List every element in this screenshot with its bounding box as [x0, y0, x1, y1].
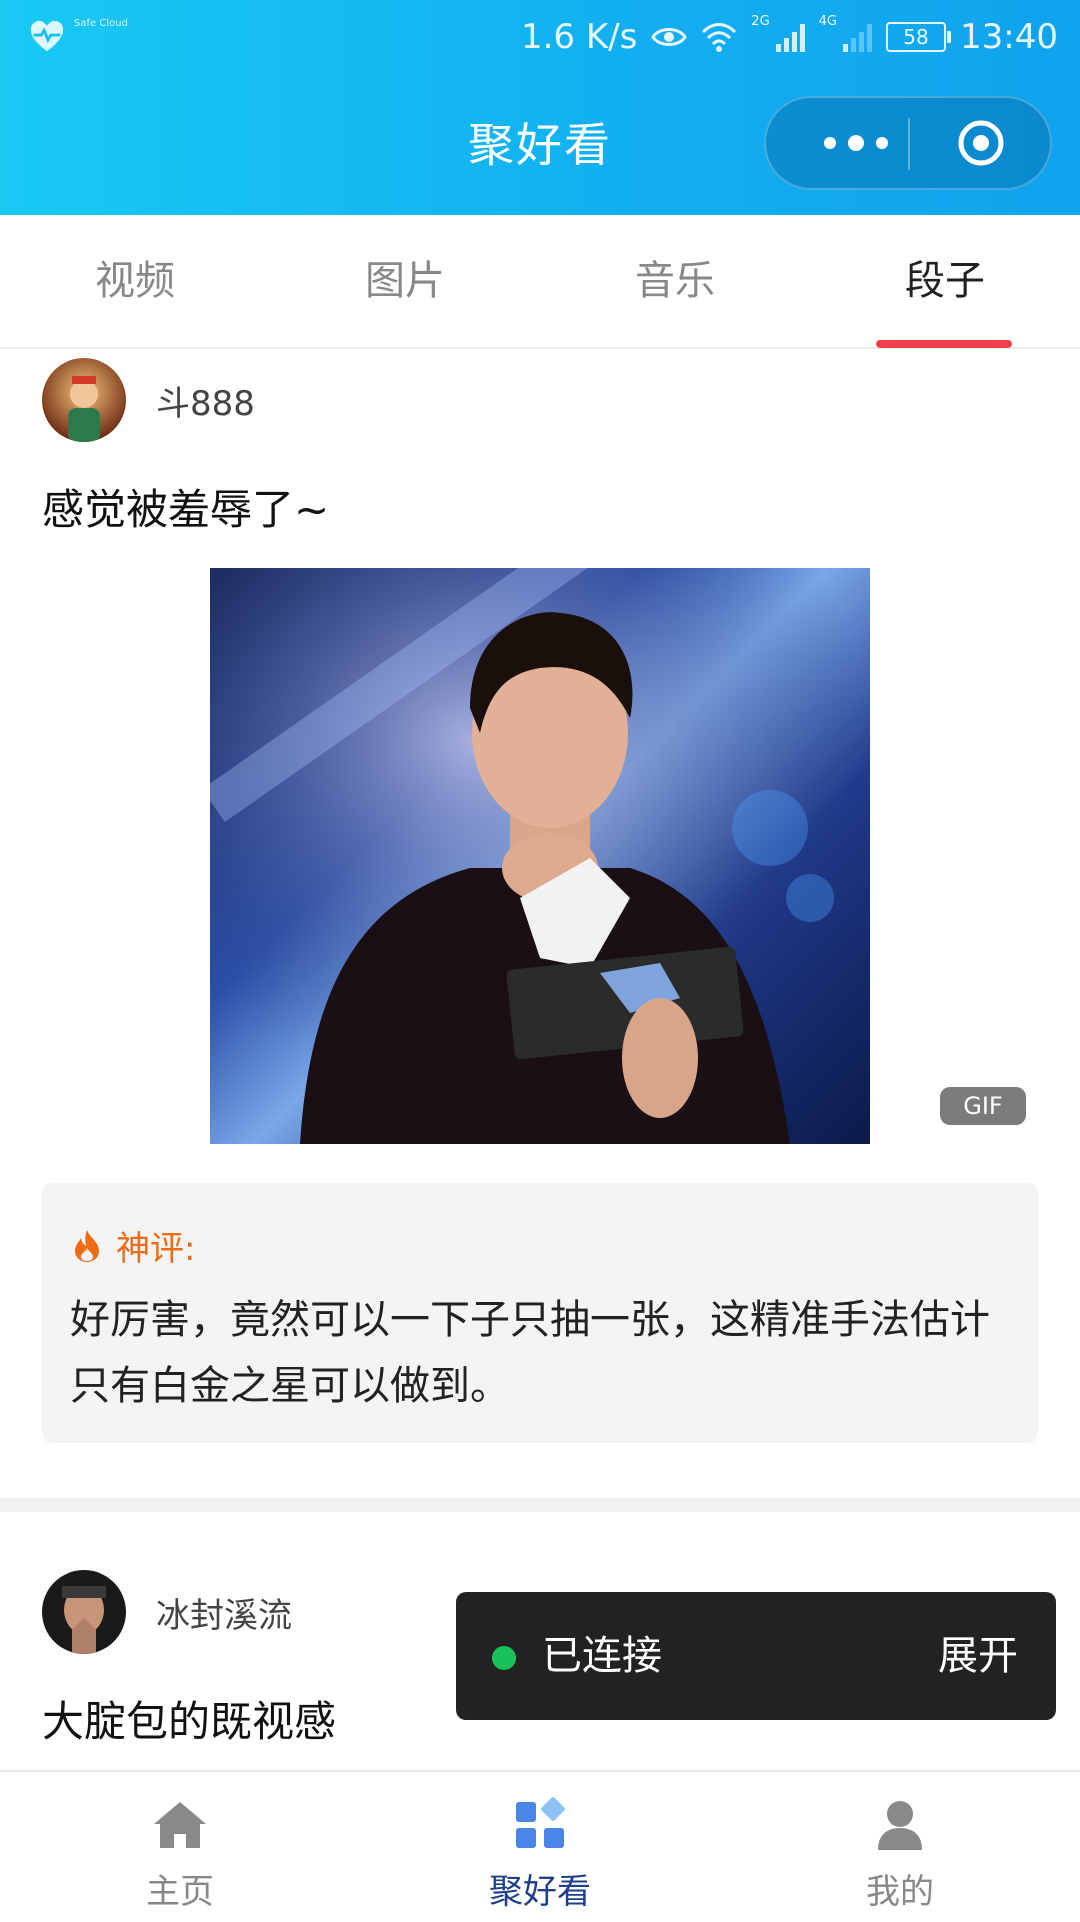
heart-pulse-icon — [30, 20, 64, 52]
tab-active-indicator — [876, 340, 1012, 348]
signal-icon-2 — [843, 22, 873, 52]
connected-dot-icon — [492, 1646, 516, 1670]
top-comment-label-text: 神评: — [116, 1229, 196, 1269]
tab-label: 段子 — [905, 258, 985, 304]
post-gif-image[interactable] — [210, 568, 870, 1144]
post-author[interactable]: 斗888 — [42, 358, 255, 442]
network-speed: 1.6 K/s — [520, 17, 638, 57]
grid-apps-icon — [516, 1797, 565, 1848]
tab-label: 视频 — [95, 258, 175, 304]
gif-badge: GIF — [940, 1087, 1026, 1125]
ellipsis-icon[interactable] — [806, 98, 906, 188]
nav-label: 聚好看 — [489, 1872, 591, 1912]
home-icon — [154, 1802, 206, 1848]
battery-icon: 58 — [886, 22, 952, 52]
signal-icon — [775, 22, 805, 52]
tab-images[interactable]: 图片 — [270, 215, 540, 347]
category-tabs: 视频 图片 音乐 段子 — [0, 215, 1080, 349]
network-2g: 2G — [751, 14, 770, 29]
post-text: 感觉被羞辱了~ — [42, 485, 330, 534]
clock: 13:40 — [960, 17, 1058, 57]
bottom-nav: 主页 聚好看 我的 — [0, 1770, 1080, 1922]
tab-label: 音乐 — [635, 258, 715, 304]
post-divider — [0, 1498, 1080, 1512]
author-name[interactable]: 冰封溪流 — [156, 1588, 292, 1637]
mini-program-capsule — [764, 96, 1052, 190]
fire-icon — [75, 1229, 99, 1262]
avatar[interactable] — [42, 1570, 126, 1654]
top-comment-box: 神评: 好厉害，竟然可以一下子只抽一张，这精准手法估计只有白金之星可以做到。 — [42, 1183, 1038, 1443]
tab-label: 图片 — [365, 258, 445, 304]
nav-label: 主页 — [146, 1872, 214, 1912]
eye-icon — [651, 28, 688, 46]
tab-jokes[interactable]: 段子 — [810, 215, 1080, 348]
capsule-divider — [908, 118, 910, 170]
top-comment-label: 神评: — [72, 1221, 195, 1270]
post-author[interactable]: 冰封溪流 — [42, 1570, 292, 1654]
author-name[interactable]: 斗888 — [156, 376, 255, 425]
status-bar: Safe Cloud 1.6 K/s 2G 4G 58 13:40 — [0, 0, 1080, 76]
nav-mine[interactable]: 我的 — [720, 1772, 1080, 1922]
expand-button[interactable]: 展开 — [938, 1592, 1018, 1720]
status-right: 1.6 K/s 2G 4G 58 13:40 — [521, 14, 1058, 60]
network-4g: 4G — [818, 14, 838, 29]
tab-video[interactable]: 视频 — [0, 215, 270, 347]
tab-music[interactable]: 音乐 — [540, 215, 810, 347]
nav-home[interactable]: 主页 — [0, 1772, 360, 1922]
post-text: 大腚包的既视感 — [42, 1697, 337, 1746]
connection-toast: 已连接 展开 — [456, 1592, 1056, 1720]
connection-status: 已连接 — [542, 1633, 662, 1679]
user-icon — [878, 1801, 922, 1850]
target-circle-icon[interactable] — [956, 118, 1006, 168]
nav-label: 我的 — [866, 1872, 934, 1912]
top-bar: Safe Cloud 1.6 K/s 2G 4G 58 13:40 聚好看 — [0, 0, 1080, 215]
nav-juhaokan[interactable]: 聚好看 — [360, 1772, 720, 1922]
status-app-label: Safe Cloud — [74, 18, 128, 29]
wifi-icon — [702, 23, 737, 52]
top-comment-text: 好厉害，竟然可以一下子只抽一张，这精准手法估计只有白金之星可以做到。 — [70, 1297, 990, 1409]
avatar[interactable] — [42, 358, 126, 442]
